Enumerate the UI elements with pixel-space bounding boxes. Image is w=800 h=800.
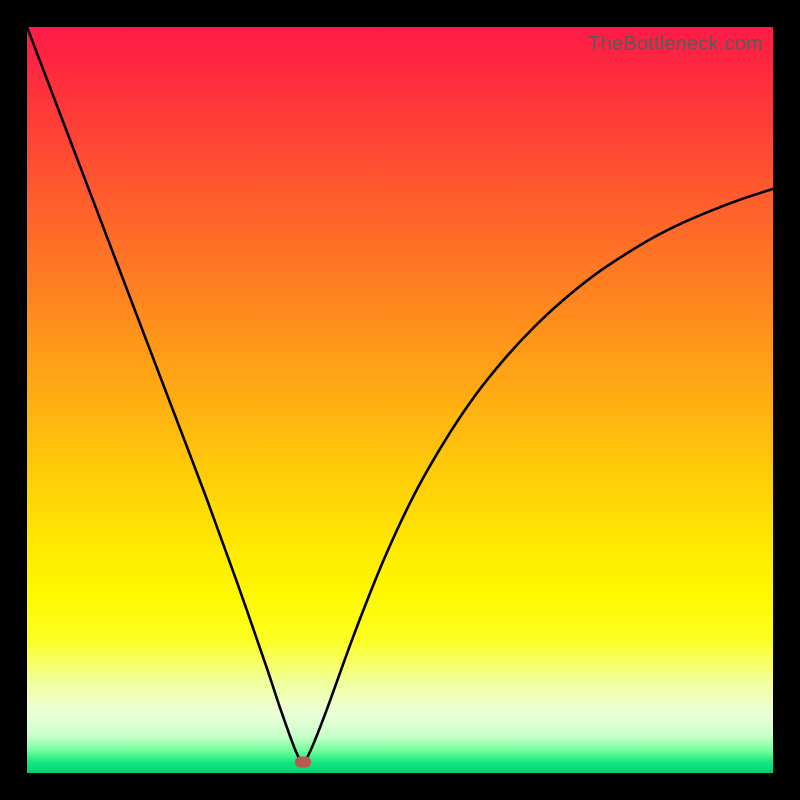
plot-area: TheBottleneck.com	[27, 27, 773, 773]
curve-svg	[27, 27, 773, 773]
chart-frame: TheBottleneck.com	[0, 0, 800, 800]
watermark-text: TheBottleneck.com	[588, 33, 763, 56]
bottleneck-curve	[27, 27, 773, 762]
bottleneck-marker	[295, 756, 311, 767]
